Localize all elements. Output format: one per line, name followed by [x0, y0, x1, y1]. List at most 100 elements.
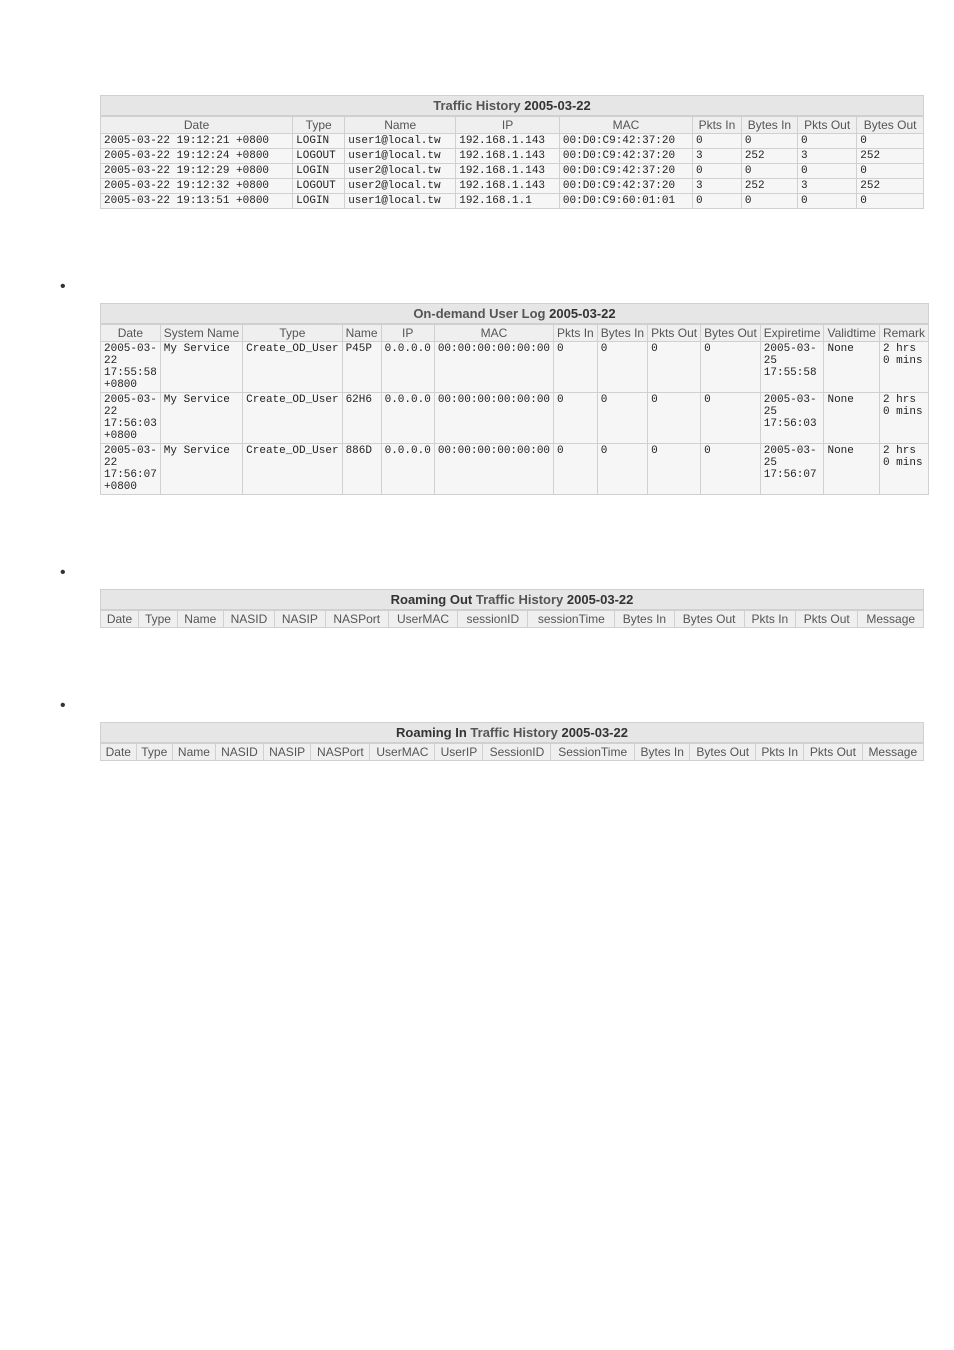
column-header: NASID: [215, 744, 263, 761]
column-header: MAC: [434, 325, 553, 342]
title-mid: Traffic History: [470, 725, 557, 740]
column-header: Bytes Out: [690, 744, 756, 761]
roaming-in-table: Roaming In Traffic History 2005-03-22 Da…: [100, 722, 924, 761]
table-cell: 0: [701, 342, 761, 393]
table-cell: 62H6: [342, 393, 381, 444]
table-cell: 00:D0:C9:42:37:20: [559, 179, 692, 194]
table-cell: 0: [693, 164, 742, 179]
title-prefix: Roaming Out: [391, 592, 473, 607]
column-header: Pkts In: [756, 744, 804, 761]
column-header: Name: [342, 325, 381, 342]
column-header: Pkts In: [744, 611, 795, 628]
table-row: 2005-03-22 19:12:24 +0800LOGOUTuser1@loc…: [101, 149, 924, 164]
column-header: Date: [101, 325, 161, 342]
column-header: Expiretime: [760, 325, 824, 342]
table-cell: 2005-03-22 19:12:29 +0800: [101, 164, 293, 179]
column-header: Remark: [879, 325, 928, 342]
table-cell: 2005-03-25 17:56:03: [760, 393, 824, 444]
table-cell: 0: [857, 194, 924, 209]
table-cell: 3: [693, 149, 742, 164]
roaming-in-title: Roaming In Traffic History 2005-03-22: [100, 722, 924, 743]
table-cell: 0: [693, 194, 742, 209]
column-header: NASIP: [263, 744, 310, 761]
table-row: 2005-03-22 17:55:58 +0800My ServiceCreat…: [101, 342, 929, 393]
table-cell: 2005-03-22 19:12:24 +0800: [101, 149, 293, 164]
table-cell: LOGOUT: [293, 179, 345, 194]
title-date: 2005-03-22: [567, 592, 634, 607]
table-cell: None: [824, 393, 879, 444]
table-cell: Create_OD_User: [243, 444, 342, 495]
roaming-out-title: Roaming Out Traffic History 2005-03-22: [100, 589, 924, 610]
table-cell: 00:D0:C9:60:01:01: [559, 194, 692, 209]
table-cell: 0: [597, 342, 647, 393]
table-cell: 192.168.1.143: [456, 164, 560, 179]
table-cell: 0: [857, 134, 924, 149]
table-cell: 00:00:00:00:00:00: [434, 444, 553, 495]
column-header: MAC: [559, 117, 692, 134]
table-cell: 2005-03-22 19:12:21 +0800: [101, 134, 293, 149]
column-header: sessionTime: [528, 611, 615, 628]
table-cell: user1@local.tw: [345, 134, 456, 149]
column-header: UserMAC: [388, 611, 457, 628]
table-cell: 00:D0:C9:42:37:20: [559, 149, 692, 164]
table-cell: user1@local.tw: [345, 194, 456, 209]
column-header: Bytes Out: [701, 325, 761, 342]
table-cell: 00:00:00:00:00:00: [434, 342, 553, 393]
table-cell: 0: [554, 444, 598, 495]
table-cell: 192.168.1.143: [456, 179, 560, 194]
column-header: Date: [101, 611, 139, 628]
column-header: NASID: [223, 611, 274, 628]
column-header: SessionID: [483, 744, 551, 761]
table-row: 2005-03-22 17:56:07 +0800My ServiceCreat…: [101, 444, 929, 495]
table-cell: 3: [798, 179, 857, 194]
column-header: Message: [858, 611, 924, 628]
column-header: Type: [139, 611, 178, 628]
table-cell: My Service: [160, 393, 242, 444]
title-date: 2005-03-22: [524, 98, 591, 113]
column-header: Bytes In: [615, 611, 674, 628]
column-header: Bytes Out: [857, 117, 924, 134]
table-cell: 0: [597, 393, 647, 444]
table-cell: 2005-03-22 19:12:32 +0800: [101, 179, 293, 194]
table-cell: 00:00:00:00:00:00: [434, 393, 553, 444]
column-header: Type: [293, 117, 345, 134]
table-cell: 2 hrs 0 mins: [879, 342, 928, 393]
roaming-out-table: Roaming Out Traffic History 2005-03-22 D…: [100, 589, 924, 628]
title-prefix: Roaming In: [396, 725, 467, 740]
column-header: Bytes Out: [674, 611, 744, 628]
table-cell: 0: [648, 444, 701, 495]
column-header: NASIP: [275, 611, 326, 628]
column-header: Pkts In: [693, 117, 742, 134]
table-cell: 886D: [342, 444, 381, 495]
title-prefix: On-demand User Log: [413, 306, 545, 321]
table-cell: 0: [693, 134, 742, 149]
roaming-in-section: Roaming In Traffic History 2005-03-22 Da…: [100, 722, 924, 761]
table-cell: 0: [648, 342, 701, 393]
table-row: 2005-03-22 19:12:32 +0800LOGOUTuser2@loc…: [101, 179, 924, 194]
column-header: Pkts In: [554, 325, 598, 342]
column-header: Pkts Out: [648, 325, 701, 342]
table-cell: 0: [554, 342, 598, 393]
bullet-icon: •: [60, 565, 954, 581]
table-cell: user2@local.tw: [345, 164, 456, 179]
table-cell: 0: [554, 393, 598, 444]
column-header: Date: [101, 117, 293, 134]
column-header: Pkts Out: [804, 744, 862, 761]
traffic-history-title: Traffic History 2005-03-22: [100, 95, 924, 116]
bullet-icon: •: [60, 279, 954, 295]
column-header: SessionTime: [551, 744, 635, 761]
column-header: sessionID: [458, 611, 528, 628]
table-cell: LOGIN: [293, 194, 345, 209]
column-header: Bytes In: [634, 744, 689, 761]
table-cell: LOGOUT: [293, 149, 345, 164]
table-cell: 252: [741, 179, 797, 194]
table-cell: 0: [741, 134, 797, 149]
bullet-icon: •: [60, 698, 954, 714]
column-header: NASPort: [325, 611, 388, 628]
column-header: Pkts Out: [798, 117, 857, 134]
ondemand-user-log-section: On-demand User Log 2005-03-22 DateSystem…: [100, 303, 924, 495]
title-date: 2005-03-22: [549, 306, 616, 321]
table-cell: 0.0.0.0: [381, 342, 434, 393]
table-cell: 192.168.1.143: [456, 134, 560, 149]
table-cell: 0.0.0.0: [381, 444, 434, 495]
